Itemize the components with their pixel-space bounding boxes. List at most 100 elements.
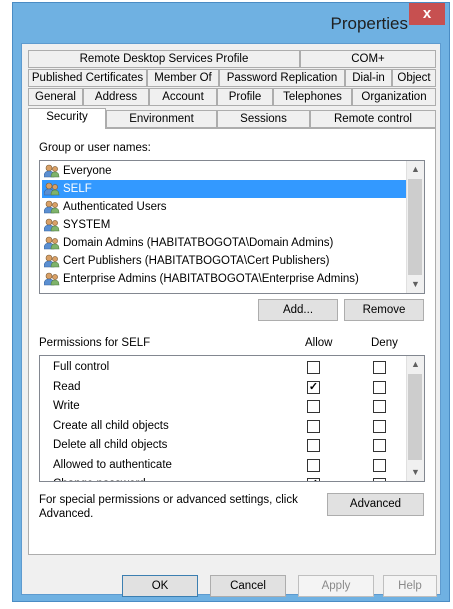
user-list-item[interactable]: Enterprise Admins (HABITATBOGOTA\Enterpr… bbox=[42, 270, 408, 288]
tab-telephones[interactable]: Telephones bbox=[273, 88, 352, 106]
allow-checkbox[interactable] bbox=[307, 361, 320, 374]
group-label: Group or user names: bbox=[39, 142, 151, 154]
deny-checkbox[interactable] bbox=[373, 458, 386, 472]
tab-member-of[interactable]: Member Of bbox=[147, 69, 219, 87]
special-permissions-text-2: Advanced. bbox=[39, 508, 94, 520]
permissions-scrollbar[interactable]: ▲ ▼ bbox=[406, 356, 424, 481]
title-bar[interactable]: Properties x bbox=[13, 3, 449, 39]
deny-checkbox[interactable] bbox=[373, 400, 386, 413]
allow-checkbox[interactable]: ✓ bbox=[307, 380, 320, 394]
user-list-item[interactable]: Domain Admins (HABITATBOGOTA\Domain Admi… bbox=[42, 234, 408, 252]
scroll-up-icon[interactable]: ▲ bbox=[407, 161, 424, 178]
cancel-button[interactable]: Cancel bbox=[210, 575, 286, 597]
tab-row-2: Published Certificates Member Of Passwor… bbox=[28, 69, 436, 88]
permission-name: Full control bbox=[53, 361, 110, 373]
user-name: Domain Admins (HABITATBOGOTA\Domain Admi… bbox=[63, 237, 334, 249]
deny-checkbox[interactable] bbox=[373, 419, 386, 433]
user-list-item[interactable]: Cert Publishers (HABITATBOGOTA\Cert Publ… bbox=[42, 252, 408, 270]
permissions-list[interactable]: Full control Read ✓ Write Create all child o… bbox=[39, 355, 425, 482]
deny-checkbox[interactable] bbox=[373, 439, 386, 452]
user-name: Everyone bbox=[63, 165, 112, 177]
apply-button[interactable]: Apply bbox=[298, 575, 374, 597]
user-list-scrollbar[interactable]: ▲ ▼ bbox=[406, 161, 424, 293]
permission-name: Read bbox=[53, 380, 81, 393]
scroll-thumb[interactable] bbox=[408, 179, 422, 275]
allow-checkbox[interactable] bbox=[307, 439, 320, 452]
permission-row: Create all child objects bbox=[42, 417, 408, 436]
permission-name: Create all child objects bbox=[53, 419, 169, 432]
permission-row: Delete all child objects bbox=[42, 436, 408, 455]
tab-account[interactable]: Account bbox=[149, 88, 217, 106]
users-icon bbox=[44, 200, 60, 214]
permission-row: Full control bbox=[42, 358, 408, 377]
user-name: SYSTEM bbox=[63, 219, 111, 231]
allow-checkbox[interactable] bbox=[307, 419, 320, 433]
tab-object[interactable]: Object bbox=[392, 69, 436, 87]
users-icon bbox=[44, 236, 60, 250]
users-icon bbox=[44, 254, 60, 268]
users-icon bbox=[44, 164, 60, 178]
tab-remote-desktop-services-profile[interactable]: Remote Desktop Services Profile bbox=[28, 50, 300, 68]
remove-button[interactable]: Remove bbox=[344, 299, 424, 321]
allow-header: Allow bbox=[305, 337, 333, 349]
properties-window: Properties x Remote Desktop Services Pro… bbox=[12, 2, 450, 602]
tab-dial-in[interactable]: Dial-in bbox=[345, 69, 392, 87]
user-list[interactable]: Everyone SELF Authenticated Users SYSTEM Dom… bbox=[39, 160, 425, 294]
tab-security[interactable]: Security bbox=[28, 108, 106, 129]
tab-organization[interactable]: Organization bbox=[352, 88, 436, 106]
users-icon bbox=[44, 218, 60, 232]
help-button[interactable]: Help bbox=[383, 575, 437, 597]
advanced-button[interactable]: Advanced bbox=[327, 493, 424, 516]
permission-name: Allowed to authenticate bbox=[53, 458, 172, 471]
permission-row: Change password ✓ bbox=[42, 475, 408, 481]
tab-remote-control[interactable]: Remote control bbox=[310, 110, 436, 128]
scroll-down-icon[interactable]: ▼ bbox=[407, 276, 424, 293]
users-icon bbox=[44, 182, 60, 196]
user-name: Cert Publishers (HABITATBOGOTA\Cert Publ… bbox=[63, 255, 330, 267]
tab-general[interactable]: General bbox=[28, 88, 83, 106]
deny-checkbox[interactable] bbox=[373, 478, 386, 481]
tab-profile[interactable]: Profile bbox=[217, 88, 273, 106]
add-button[interactable]: Add... bbox=[258, 299, 338, 321]
close-button[interactable]: x bbox=[409, 3, 445, 25]
scroll-up-icon[interactable]: ▲ bbox=[407, 356, 424, 373]
allow-checkbox[interactable]: ✓ bbox=[307, 478, 320, 481]
ok-button[interactable]: OK bbox=[122, 575, 198, 597]
permission-name: Change password bbox=[53, 475, 146, 481]
tab-address[interactable]: Address bbox=[83, 88, 149, 106]
close-icon: x bbox=[422, 5, 432, 22]
tab-row-3: General Address Account Profile Telephon… bbox=[28, 88, 436, 107]
tab-row-4: Security Environment Sessions Remote con… bbox=[28, 108, 436, 129]
tab-sessions[interactable]: Sessions bbox=[217, 110, 310, 128]
tab-password-replication[interactable]: Password Replication bbox=[219, 69, 345, 87]
users-icon bbox=[44, 272, 60, 286]
permission-name: Write bbox=[53, 400, 80, 412]
permissions-label: Permissions for SELF bbox=[39, 337, 151, 349]
tab-environment[interactable]: Environment bbox=[106, 110, 217, 128]
user-name: SELF bbox=[63, 183, 92, 195]
tab-com-plus[interactable]: COM+ bbox=[300, 50, 436, 68]
window-title: Properties bbox=[330, 14, 408, 33]
user-name: Enterprise Admins (HABITATBOGOTA\Enterpr… bbox=[63, 273, 359, 285]
user-list-item[interactable]: Everyone bbox=[42, 162, 408, 180]
scroll-down-icon[interactable]: ▼ bbox=[407, 464, 424, 481]
deny-header: Deny bbox=[371, 337, 398, 349]
special-permissions-text: For special permissions or advanced sett… bbox=[39, 494, 298, 506]
permission-row: Read ✓ bbox=[42, 378, 408, 397]
permission-row: Write bbox=[42, 397, 408, 416]
permission-name: Delete all child objects bbox=[53, 439, 168, 451]
user-list-item[interactable]: SYSTEM bbox=[42, 216, 408, 234]
tab-row-1: Remote Desktop Services Profile COM+ bbox=[28, 50, 436, 69]
deny-checkbox[interactable] bbox=[373, 380, 386, 394]
user-name: Authenticated Users bbox=[63, 201, 167, 213]
user-list-item[interactable]: Authenticated Users bbox=[42, 198, 408, 216]
user-list-item[interactable]: SELF bbox=[42, 180, 408, 198]
scroll-thumb[interactable] bbox=[408, 374, 422, 460]
allow-checkbox[interactable] bbox=[307, 458, 320, 472]
permission-row: Allowed to authenticate bbox=[42, 456, 408, 475]
dialog-body: Remote Desktop Services Profile COM+ Pub… bbox=[21, 43, 441, 597]
allow-checkbox[interactable] bbox=[307, 400, 320, 413]
tab-published-certificates[interactable]: Published Certificates bbox=[28, 69, 147, 87]
deny-checkbox[interactable] bbox=[373, 361, 386, 374]
security-tab-page: Group or user names: Everyone SELF Authent… bbox=[28, 128, 436, 555]
